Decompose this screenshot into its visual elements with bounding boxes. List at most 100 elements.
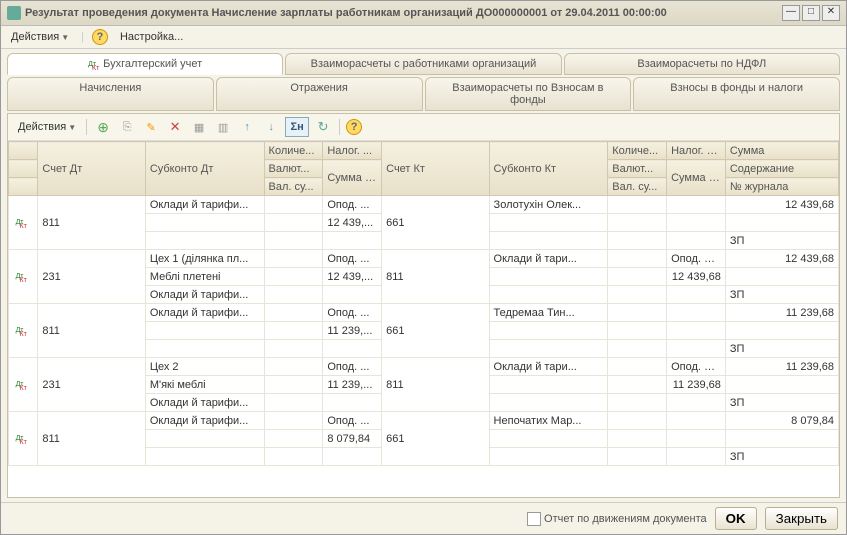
grid-toolbar: Действия▼ ⊕ ⎘ ✎ ✕ ▦ ▥ ↑ ↓ Σн ↻ ? [8, 114, 839, 141]
cell [608, 394, 667, 412]
tab-accruals[interactable]: Начисления [7, 77, 214, 111]
cell [145, 214, 264, 232]
cell [667, 232, 726, 250]
copy-icon: ⎘ [123, 121, 132, 134]
copy-button[interactable]: ⎘ [117, 117, 137, 137]
h-acc-dt[interactable]: Счет Дт [38, 142, 145, 196]
cell: 8 079,84 [323, 430, 382, 448]
cell [9, 196, 38, 250]
cell: 11 239,68 [725, 304, 838, 322]
cell: 12 439,... [323, 214, 382, 232]
grid-header: Счет Дт Субконто Дт Количе... Налог. ...… [9, 142, 839, 196]
h-sum-nu-dt[interactable]: Сумма (н/у) Дт [323, 160, 382, 196]
down-button[interactable]: ↓ [261, 117, 281, 137]
cell: 661 [382, 196, 489, 250]
settings-menu[interactable]: Настройка... [116, 29, 187, 45]
h-valsum-dt[interactable]: Вал. су... [264, 178, 323, 196]
close-button[interactable]: ✕ [822, 5, 840, 21]
h-tax-kt[interactable]: Налог. назн... [667, 142, 726, 160]
cell: 811 [382, 358, 489, 412]
tab-ndfl-settlements[interactable]: Взаиморасчеты по НДФЛ [564, 53, 840, 75]
cell [489, 430, 608, 448]
cell: Непочатих Мар... [489, 412, 608, 430]
cell [323, 340, 382, 358]
h-qty-dt[interactable]: Количе... [264, 142, 323, 160]
cell: ЗП [725, 340, 838, 358]
cell [667, 340, 726, 358]
h-qty-kt[interactable]: Количе... [608, 142, 667, 160]
cell [608, 304, 667, 322]
cell: Меблі плетені [145, 268, 264, 286]
h-journal[interactable]: № журнала [725, 178, 838, 196]
h-acc-kt[interactable]: Счет Кт [382, 142, 489, 196]
cell [9, 412, 38, 466]
pencil-icon: ✎ [147, 121, 156, 134]
cell [489, 214, 608, 232]
cell: 811 [38, 196, 145, 250]
cell [608, 268, 667, 286]
grid-2-button[interactable]: ▥ [213, 117, 233, 137]
actions-menu[interactable]: Действия▼ [7, 29, 73, 45]
grid-icon: ▦ [194, 121, 204, 134]
h-curr-kt[interactable]: Валют... [608, 160, 667, 178]
table-row[interactable]: 811Оклади й тарифи...Опод. ...661Непочат… [9, 412, 839, 430]
h-valsum-kt[interactable]: Вал. су... [608, 178, 667, 196]
dtkt-icon [16, 325, 31, 337]
maximize-button[interactable]: □ [802, 5, 820, 21]
cell [667, 214, 726, 232]
h-tax-dt[interactable]: Налог. ... [323, 142, 382, 160]
tab-funds-taxes[interactable]: Взносы в фонды и налоги [633, 77, 840, 111]
content-area: Бухгалтерский учет Взаиморасчеты с работ… [1, 49, 846, 502]
cell [667, 394, 726, 412]
add-button[interactable]: ⊕ [93, 117, 113, 137]
cell: Опод. ... [323, 358, 382, 376]
main-window: Результат проведения документа Начислени… [0, 0, 847, 535]
dtkt-icon [16, 379, 31, 391]
h-sub-kt[interactable]: Субконто Кт [489, 142, 608, 196]
report-link[interactable]: Отчет по движениям документа [527, 512, 707, 526]
grid-1-button[interactable]: ▦ [189, 117, 209, 137]
cell [264, 358, 323, 376]
help-icon[interactable]: ? [92, 29, 108, 45]
h-curr-dt[interactable]: Валют... [264, 160, 323, 178]
ok-button[interactable]: OK [715, 507, 757, 530]
tab-funds-settlements[interactable]: Взаиморасчеты по Взносам в фонды [425, 77, 632, 111]
h-sum[interactable]: Сумма [725, 142, 838, 160]
cell [608, 232, 667, 250]
tab-accounting[interactable]: Бухгалтерский учет [7, 53, 283, 75]
sigma-button[interactable]: Σн [285, 117, 309, 137]
tab-reflections[interactable]: Отражения [216, 77, 423, 111]
delete-button[interactable]: ✕ [165, 117, 185, 137]
table-row[interactable]: 811Оклади й тарифи...Опод. ...661Золотух… [9, 196, 839, 214]
cell [489, 448, 608, 466]
edit-button[interactable]: ✎ [141, 117, 161, 137]
app-icon [7, 6, 21, 20]
grid-help-icon[interactable]: ? [346, 119, 362, 135]
cell [608, 196, 667, 214]
table-row[interactable]: 231Цех 1 (ділянка пл...Опод. ...811Оклад… [9, 250, 839, 268]
cell [608, 250, 667, 268]
cell [9, 250, 38, 304]
close-button-footer[interactable]: Закрыть [765, 507, 838, 530]
table-row[interactable]: 231Цех 2Опод. ...811Оклади й тари...Опод… [9, 358, 839, 376]
cell [489, 286, 608, 304]
cell [667, 412, 726, 430]
grid-scroll[interactable]: Счет Дт Субконто Дт Количе... Налог. ...… [8, 141, 839, 497]
delete-icon: ✕ [170, 119, 181, 135]
cell: Цех 1 (ділянка пл... [145, 250, 264, 268]
cell [725, 322, 838, 340]
h-sub-dt[interactable]: Субконто Дт [145, 142, 264, 196]
grid-actions-menu[interactable]: Действия▼ [14, 119, 80, 135]
h-icon[interactable] [9, 142, 38, 160]
tab-employee-settlements[interactable]: Взаиморасчеты с работниками организаций [285, 53, 561, 75]
refresh-button[interactable]: ↻ [313, 117, 333, 137]
h-sum-nu-kt[interactable]: Сумма (н/у) Кт [667, 160, 726, 196]
cell [725, 430, 838, 448]
cell [608, 412, 667, 430]
h-content[interactable]: Содержание [725, 160, 838, 178]
cell [145, 322, 264, 340]
cell [145, 340, 264, 358]
minimize-button[interactable]: — [782, 5, 800, 21]
up-button[interactable]: ↑ [237, 117, 257, 137]
table-row[interactable]: 811Оклади й тарифи...Опод. ...661Тедрема… [9, 304, 839, 322]
